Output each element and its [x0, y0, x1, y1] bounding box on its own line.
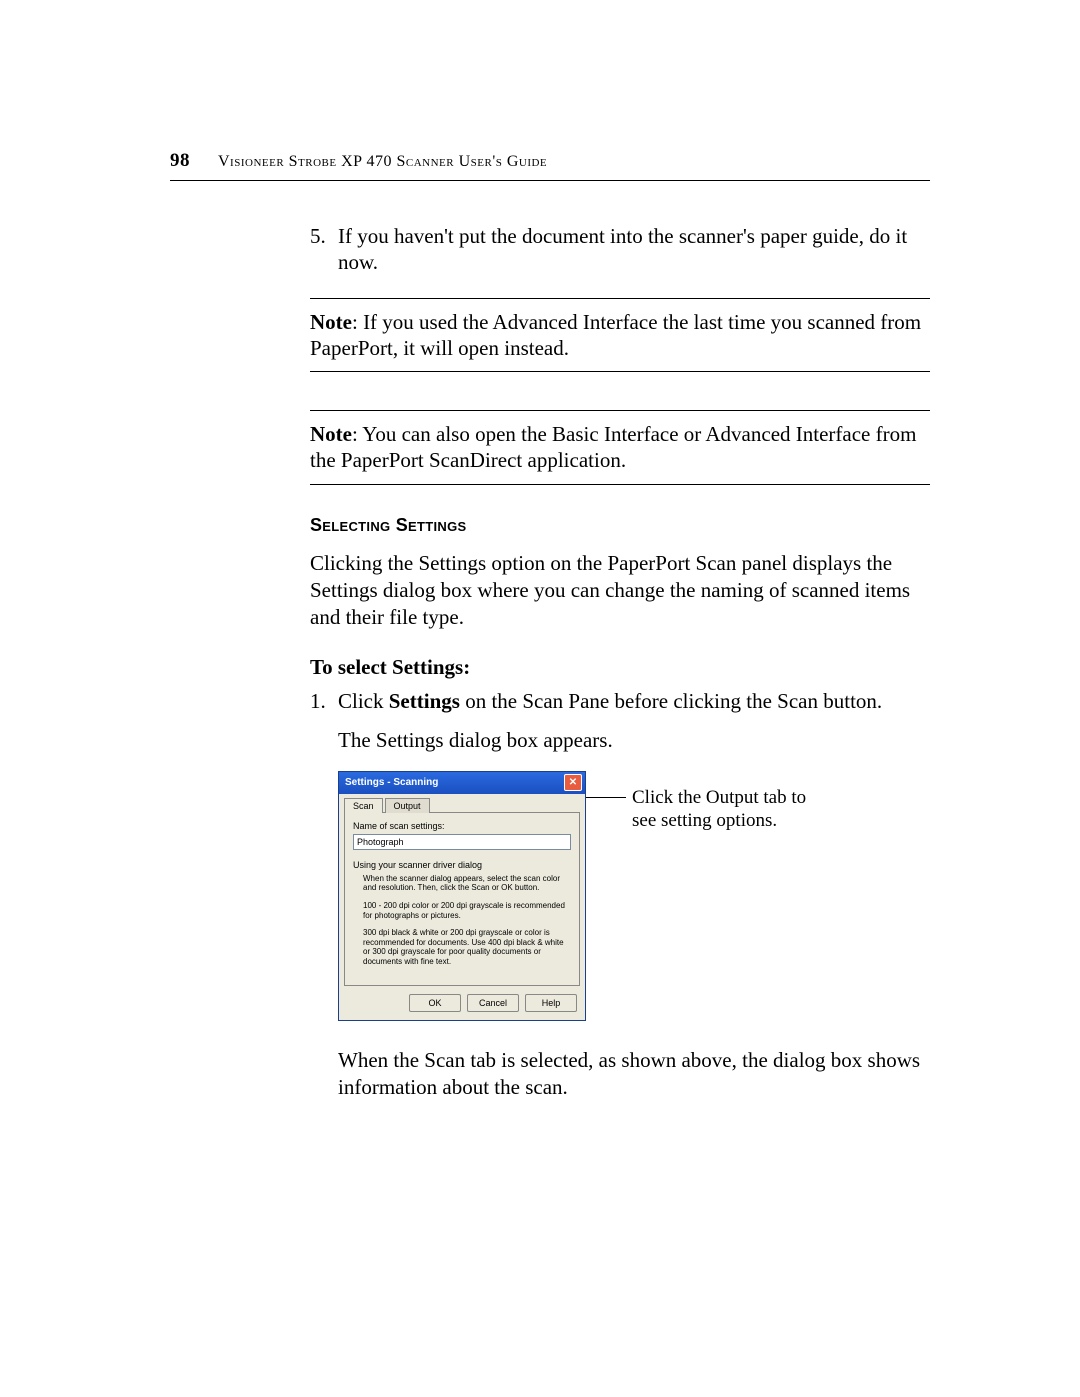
name-label: Name of scan settings: — [353, 821, 571, 831]
page-header: 98 Visioneer Strobe XP 470 Scanner User'… — [170, 150, 930, 172]
settings-figure: Settings - Scanning ✕ Scan Output Name o… — [338, 771, 930, 1021]
scan-settings-name-input[interactable] — [353, 834, 571, 850]
step-5: 5. If you haven't put the document into … — [310, 223, 930, 276]
dialog-titlebar: Settings - Scanning ✕ — [339, 772, 585, 794]
dialog-desc-2: 100 - 200 dpi color or 200 dpi grayscale… — [363, 901, 571, 920]
tab-panel: Name of scan settings: Using your scanne… — [344, 812, 580, 986]
step-text: Click Settings on the Scan Pane before c… — [338, 688, 930, 753]
step-text-before: Click — [338, 689, 389, 713]
page-number: 98 — [170, 150, 190, 172]
using-label: Using your scanner driver dialog — [353, 860, 571, 870]
step-1: 1. Click Settings on the Scan Pane befor… — [310, 688, 930, 753]
tab-output[interactable]: Output — [385, 798, 430, 813]
help-button[interactable]: Help — [525, 994, 577, 1012]
dialog-desc-1: When the scanner dialog appears, select … — [363, 874, 571, 893]
section-intro: Clicking the Settings option on the Pape… — [310, 550, 930, 632]
document-page: 98 Visioneer Strobe XP 470 Scanner User'… — [170, 150, 930, 1101]
callout: Click the Output tab to see setting opti… — [586, 787, 832, 833]
note-label: Note — [310, 310, 352, 334]
tab-scan[interactable]: Scan — [344, 798, 383, 813]
note-text: : If you used the Advanced Interface the… — [310, 310, 921, 360]
sub-heading: To select Settings: — [310, 655, 930, 680]
dialog-button-row: OK Cancel Help — [339, 992, 585, 1020]
dialog-desc-3: 300 dpi black & white or 200 dpi graysca… — [363, 928, 571, 966]
callout-text: Click the Output tab to see setting opti… — [632, 787, 832, 833]
close-icon[interactable]: ✕ — [564, 774, 582, 791]
tab-divider — [432, 811, 580, 813]
settings-dialog: Settings - Scanning ✕ Scan Output Name o… — [338, 771, 586, 1021]
content-column: 5. If you haven't put the document into … — [310, 223, 930, 1101]
note-block-2: Note: You can also open the Basic Interf… — [310, 410, 930, 485]
header-title: Visioneer Strobe XP 470 Scanner User's G… — [218, 153, 547, 171]
step-number: 5. — [310, 223, 338, 276]
cancel-button[interactable]: Cancel — [467, 994, 519, 1012]
step-follow: The Settings dialog box appears. — [338, 727, 930, 753]
note-text: : You can also open the Basic Interface … — [310, 422, 916, 472]
step-text-bold: Settings — [389, 689, 460, 713]
header-rule — [170, 180, 930, 181]
step-text: If you haven't put the document into the… — [338, 223, 930, 276]
after-figure-text: When the Scan tab is selected, as shown … — [338, 1047, 930, 1102]
tab-strip: Scan Output — [339, 794, 585, 813]
dialog-title: Settings - Scanning — [345, 777, 438, 788]
step-text-after: on the Scan Pane before clicking the Sca… — [460, 689, 882, 713]
ok-button[interactable]: OK — [409, 994, 461, 1012]
callout-leader-line — [586, 797, 626, 798]
step-number: 1. — [310, 688, 338, 753]
section-heading: Selecting Settings — [310, 515, 930, 536]
note-label: Note — [310, 422, 352, 446]
note-block-1: Note: If you used the Advanced Interface… — [310, 298, 930, 373]
